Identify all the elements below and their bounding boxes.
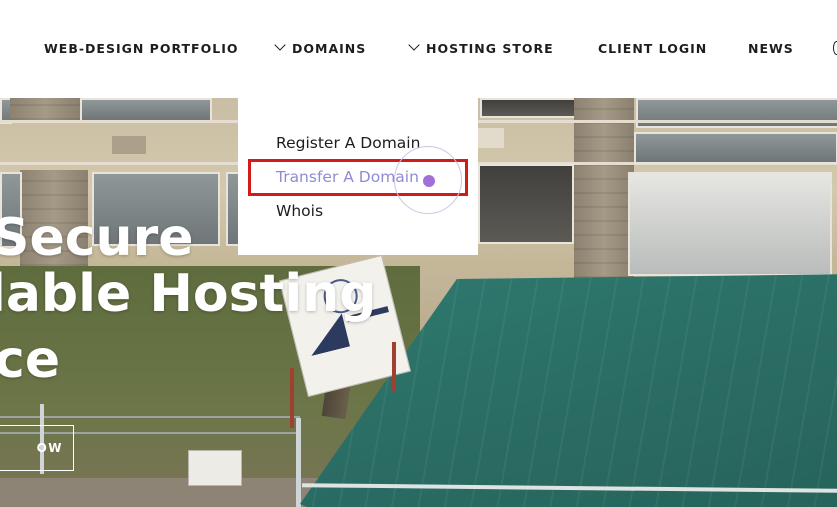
sign-post — [392, 342, 396, 392]
nav-label: CLIENT LOGIN — [598, 40, 708, 56]
nav-label: WEB-DESIGN PORTFOLIO — [44, 40, 239, 56]
sign-post — [290, 368, 294, 428]
hero-cta-button[interactable]: OW — [0, 425, 74, 471]
fence-wire — [0, 416, 300, 418]
nav-domains[interactable]: DOMAINS — [276, 40, 366, 56]
menu-item-register-domain[interactable]: Register A Domain — [276, 134, 420, 152]
window — [480, 98, 576, 118]
window — [478, 164, 574, 244]
nav-hosting-store[interactable]: HOSTING STORE — [410, 40, 554, 56]
cursor-dot-icon — [423, 175, 435, 187]
top-navigation: WEB-DESIGN PORTFOLIO DOMAINS HOSTING STO… — [0, 0, 837, 98]
window — [636, 98, 837, 128]
window — [80, 98, 212, 122]
nav-client-login[interactable]: CLIENT LOGIN — [598, 40, 707, 56]
stone-column — [574, 98, 634, 278]
nav-news[interactable]: NEWS — [748, 40, 794, 56]
lower-wall — [0, 478, 320, 507]
nav-web-design-portfolio[interactable]: WEB-DESIGN PORTFOLIO — [44, 40, 238, 56]
hero-headline-line-3: ce — [0, 330, 61, 390]
chevron-down-icon — [410, 41, 418, 49]
fence-post — [296, 418, 301, 507]
hero-headline-line-2: lable Hosting — [0, 264, 377, 324]
stone-panel — [10, 98, 80, 120]
ac-unit — [112, 136, 146, 154]
hero-cta-label: OW — [36, 441, 63, 455]
hero-headline-line-1: Secure — [0, 208, 194, 268]
cutoff-glyph — [833, 41, 837, 55]
menu-item-whois[interactable]: Whois — [276, 202, 323, 220]
nav-more-cutoff[interactable] — [833, 40, 837, 56]
window — [628, 172, 832, 276]
chevron-down-icon — [276, 41, 284, 49]
nav-label: DOMAINS — [292, 40, 367, 56]
vent — [478, 128, 504, 148]
small-notice-sign — [188, 450, 242, 486]
nav-label: HOSTING STORE — [426, 40, 554, 56]
window — [634, 132, 837, 164]
nav-label: NEWS — [748, 40, 794, 56]
